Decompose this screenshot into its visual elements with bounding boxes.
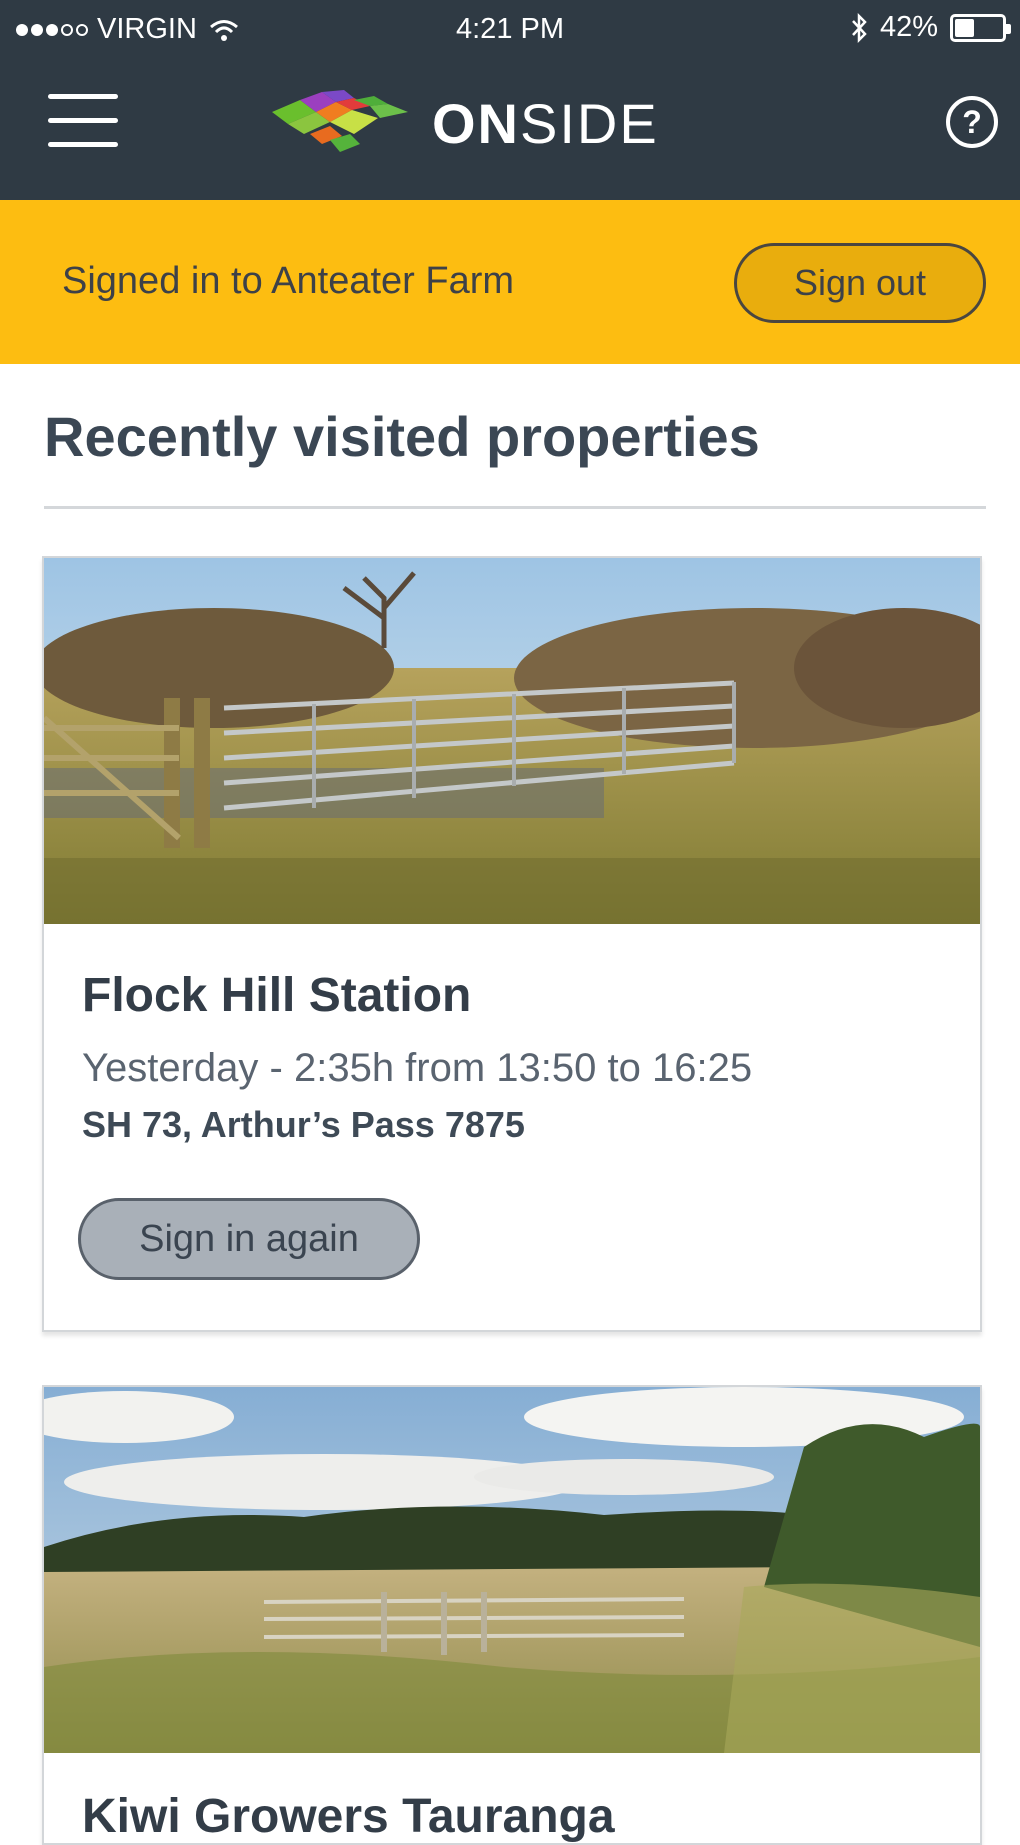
logo-wordmark-bold: ON: [432, 91, 520, 155]
sign-out-button[interactable]: Sign out: [734, 243, 986, 323]
battery-icon: [950, 13, 1011, 42]
app-header: VIRGIN 4:21 PM 42% ONSIDE ?: [0, 0, 1020, 200]
onside-logo-mark-icon: [272, 90, 408, 152]
property-photo: [44, 1387, 980, 1753]
help-icon: ?: [962, 104, 982, 140]
status-bar: VIRGIN 4:21 PM 42%: [0, 0, 1020, 62]
bluetooth-icon: [852, 12, 867, 43]
hamburger-menu-icon[interactable]: [48, 94, 118, 148]
property-name: Flock Hill Station: [82, 969, 472, 1022]
property-card[interactable]: Kiwi Growers Tauranga: [42, 1385, 982, 1845]
property-card[interactable]: Flock Hill Station Yesterday - 2:35h fro…: [42, 556, 982, 1332]
section-title: Recently visited properties: [44, 405, 760, 468]
sign-in-again-button[interactable]: Sign in again: [78, 1198, 420, 1280]
logo-wordmark-light: SIDE: [520, 91, 659, 155]
visit-time: Yesterday - 2:35h from 13:50 to 16:25: [82, 1046, 753, 1090]
signed-in-text: Signed in to Anteater Farm: [62, 260, 515, 302]
logo-wordmark: ONSIDE: [432, 91, 659, 156]
battery-percent: 42%: [879, 11, 938, 43]
section-divider: [44, 506, 986, 509]
property-address: SH 73, Arthur’s Pass 7875: [82, 1104, 525, 1145]
property-photo: [44, 558, 980, 924]
status-right: 42%: [850, 11, 1011, 44]
onside-logo: ONSIDE: [270, 88, 659, 158]
help-button[interactable]: ?: [946, 96, 998, 148]
property-name: Kiwi Growers Tauranga: [82, 1790, 615, 1843]
